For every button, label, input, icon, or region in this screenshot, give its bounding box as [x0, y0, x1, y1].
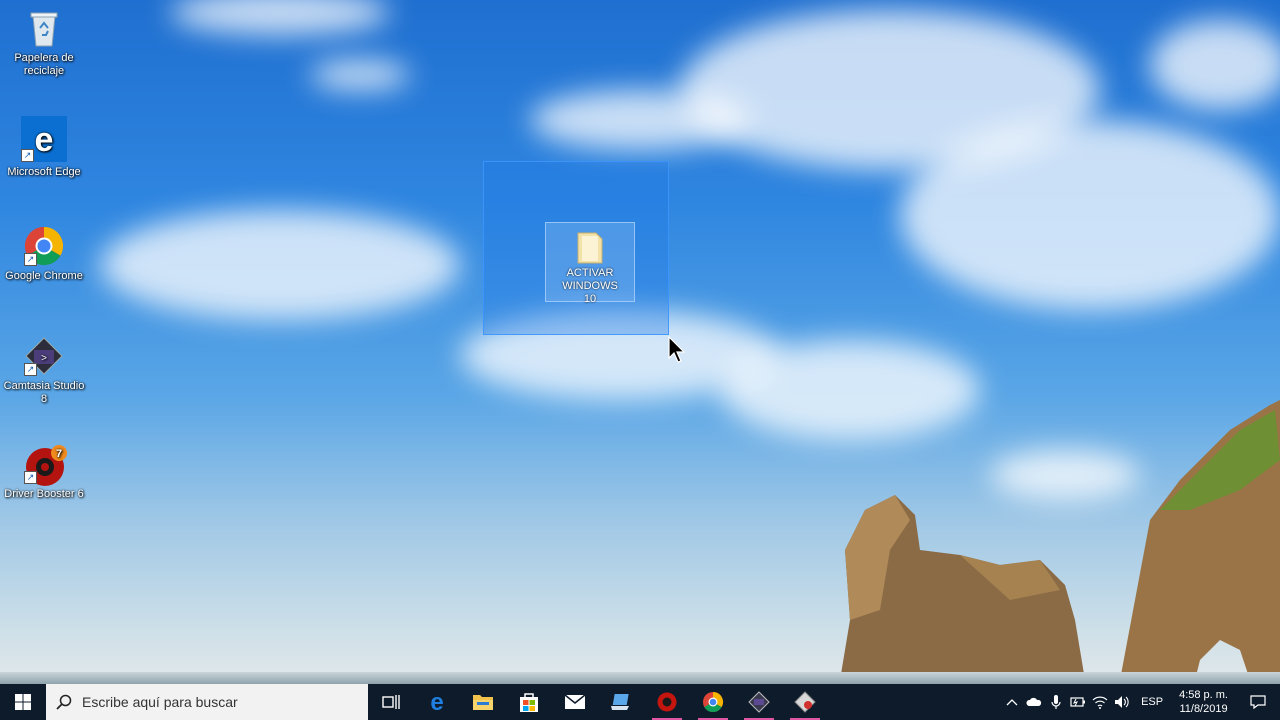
- wifi-icon[interactable]: [1089, 684, 1111, 720]
- system-tray: ESP 4:58 p. m. 11/8/2019: [1001, 684, 1280, 720]
- chrome-icon: [703, 691, 724, 713]
- taskbar-remote-app-button[interactable]: [598, 684, 644, 720]
- clock[interactable]: 4:58 p. m. 11/8/2019: [1171, 688, 1236, 716]
- taskbar-driver-booster-button[interactable]: [644, 684, 690, 720]
- action-center-notification-icon[interactable]: [1236, 684, 1280, 720]
- shortcut-arrow-icon: ↗: [21, 149, 34, 162]
- edge-icon: e: [430, 691, 443, 713]
- taskbar-store-button[interactable]: [506, 684, 552, 720]
- driver-booster-icon: 7 ↗: [24, 444, 67, 486]
- taskbar-chrome-button[interactable]: [690, 684, 736, 720]
- taskbar-mail-button[interactable]: [552, 684, 598, 720]
- camtasia-recorder-icon: [794, 691, 816, 713]
- desktop-icon-label: Papelera de reciclaje: [14, 52, 74, 77]
- taskbar: e: [0, 684, 1280, 720]
- shortcut-arrow-icon: ↗: [24, 253, 37, 266]
- svg-text:e: e: [430, 691, 443, 713]
- taskbar-camtasia-button[interactable]: [736, 684, 782, 720]
- store-icon: [520, 693, 538, 712]
- onedrive-cloud-icon[interactable]: [1023, 684, 1045, 720]
- volume-icon[interactable]: [1111, 684, 1133, 720]
- taskbar-camtasia-recorder-button[interactable]: [782, 684, 828, 720]
- folder-label: ACTIVAR WINDOWS 10: [562, 267, 618, 305]
- windows-logo-icon: [15, 694, 31, 710]
- desktop-icon-chrome[interactable]: ↗ Google Chrome: [2, 220, 86, 283]
- desktop-icon-label: Driver Booster 6: [4, 488, 84, 500]
- edge-icon: e ↗: [21, 116, 67, 162]
- folder-icon: [570, 227, 610, 267]
- taskbar-edge-button[interactable]: e: [414, 684, 460, 720]
- svg-text:e: e: [35, 121, 54, 159]
- camtasia-icon: > ↗: [24, 336, 64, 376]
- svg-text:>: >: [41, 353, 47, 364]
- input-language-indicator[interactable]: ESP: [1133, 696, 1171, 708]
- battery-icon[interactable]: [1067, 684, 1089, 720]
- laptop-icon: [611, 694, 629, 710]
- desktop-icon-edge[interactable]: e ↗ Microsoft Edge: [2, 110, 86, 179]
- start-button[interactable]: [0, 684, 46, 720]
- shortcut-arrow-icon: ↗: [24, 363, 37, 376]
- task-view-icon: [382, 695, 400, 709]
- taskbar-file-explorer-button[interactable]: [460, 684, 506, 720]
- search-icon: [56, 694, 72, 710]
- clock-time: 4:58 p. m.: [1179, 689, 1228, 701]
- shortcut-arrow-icon: ↗: [24, 471, 37, 484]
- recycle-bin-icon: [24, 8, 64, 48]
- clock-date: 11/8/2019: [1179, 703, 1228, 715]
- desktop-icon-recycle-bin[interactable]: Papelera de reciclaje: [2, 2, 86, 78]
- microphone-icon[interactable]: [1045, 684, 1067, 720]
- task-view-button[interactable]: [368, 684, 414, 720]
- taskbar-search-box[interactable]: [46, 684, 368, 720]
- show-hidden-icons-chevron-up-icon[interactable]: [1001, 684, 1023, 720]
- desktop-icon-label: Google Chrome: [5, 270, 83, 282]
- chrome-icon: ↗: [24, 226, 64, 266]
- desktop-icon-label: Microsoft Edge: [7, 166, 81, 178]
- desktop-icon-label: Camtasia Studio 8: [3, 380, 85, 405]
- mouse-pointer-icon: [668, 336, 686, 363]
- mail-icon: [564, 694, 586, 709]
- desktop-icon-camtasia[interactable]: > ↗ Camtasia Studio 8: [2, 330, 86, 406]
- desktop-folder-activar-windows[interactable]: ACTIVAR WINDOWS 10: [545, 222, 635, 305]
- driver-booster-icon: [657, 692, 677, 712]
- svg-text:7: 7: [56, 448, 62, 460]
- search-input[interactable]: [80, 693, 354, 711]
- desktop-icon-driver-booster[interactable]: 7 ↗ Driver Booster 6: [2, 438, 86, 501]
- folder-icon: [473, 695, 493, 710]
- camtasia-icon: [748, 691, 770, 713]
